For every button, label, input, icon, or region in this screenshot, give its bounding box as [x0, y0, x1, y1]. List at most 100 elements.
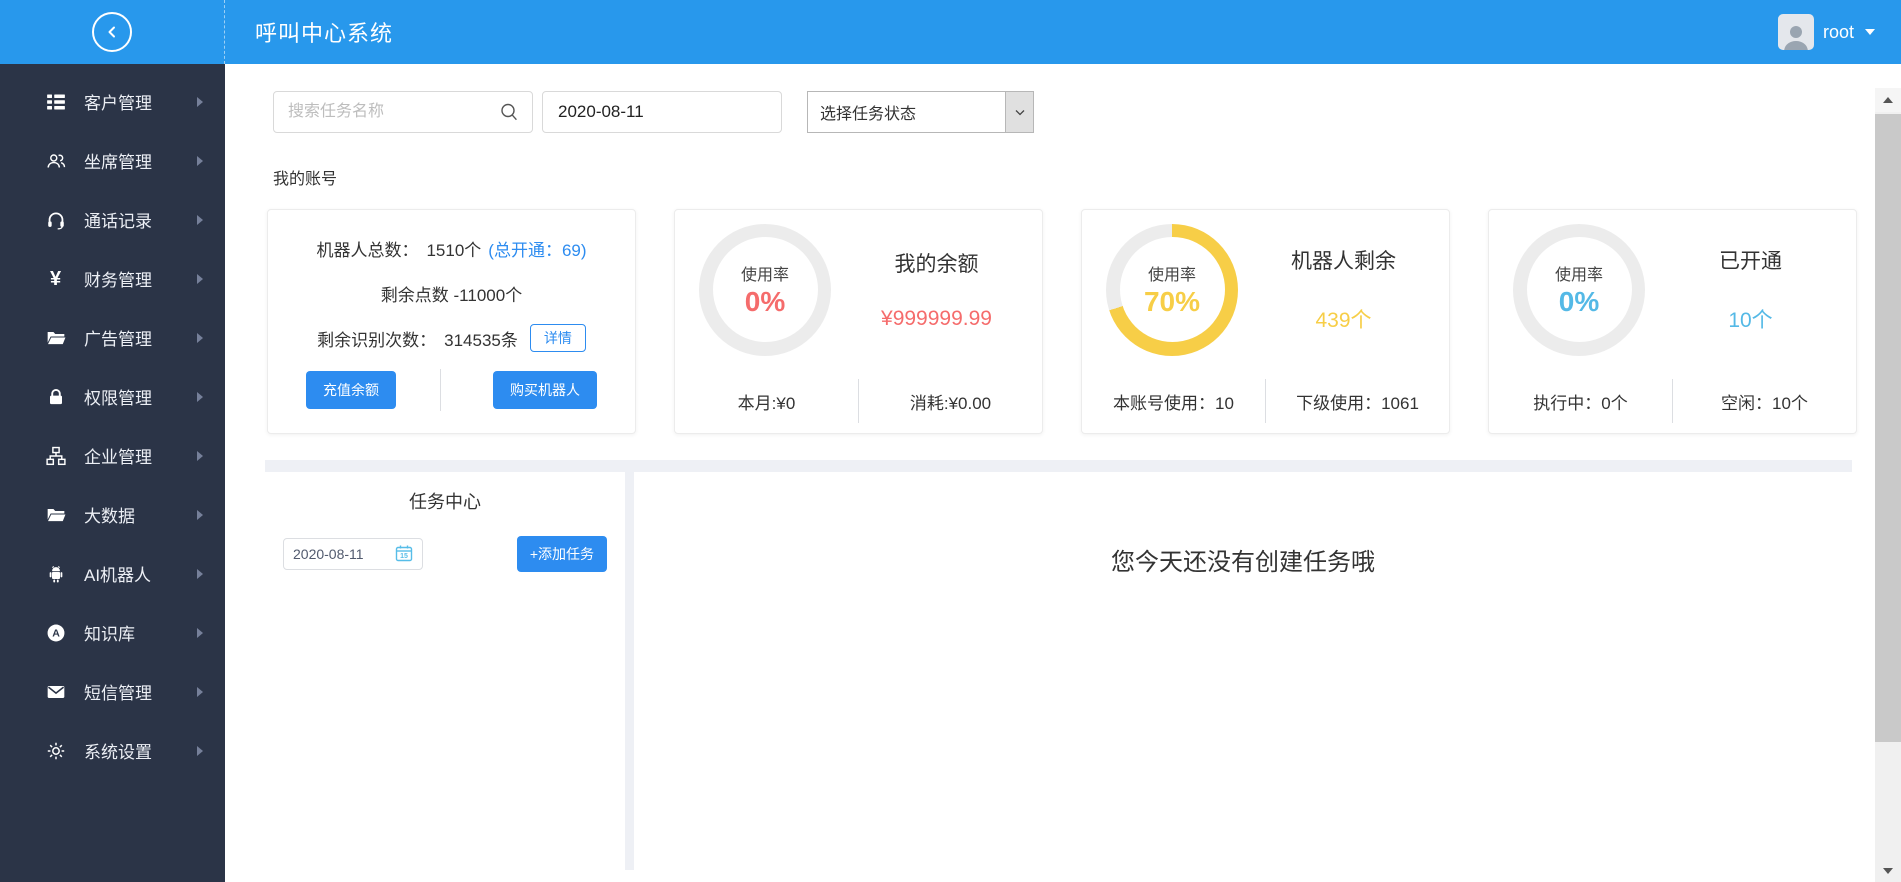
chevron-right-icon	[197, 332, 203, 343]
task-date-input[interactable]: 2020-08-11 15	[283, 538, 423, 570]
chevron-right-icon	[197, 745, 203, 756]
robots-opened-link[interactable]: (总开通：69)	[488, 236, 586, 261]
task-status-select[interactable]: 选择任务状态	[807, 91, 1034, 133]
select-dropdown-button[interactable]	[1005, 92, 1033, 132]
robot-summary-card: 机器人总数： 1510个 (总开通：69) 剩余点数 -11000个 剩余识别次…	[267, 209, 636, 434]
foot-right-stat: 下级使用：1061	[1296, 393, 1419, 413]
robots-total-label: 机器人总数：	[316, 240, 419, 260]
sidebar-item-agents[interactable]: 坐席管理	[0, 131, 225, 190]
sidebar-item-ai-robot[interactable]: AI机器人	[0, 544, 225, 603]
sidebar-item-sms[interactable]: 短信管理	[0, 662, 225, 721]
task-list-panel: 您今天还没有创建任务哦	[634, 472, 1852, 870]
chevron-right-icon	[197, 391, 203, 402]
chevron-right-icon	[197, 627, 203, 638]
account-section-title: 我的账号	[273, 171, 338, 188]
sitemap-icon	[44, 444, 67, 467]
robots-remaining-card: 使用率 70% 机器人剩余 439个 本账号使用：10 下级使用：1061	[1081, 209, 1450, 434]
magnifier-icon[interactable]	[498, 101, 520, 123]
sidebar-item-knowledge[interactable]: A 知识库	[0, 603, 225, 662]
page-title: 呼叫中心系统	[255, 21, 394, 46]
sidebar-item-bigdata[interactable]: 大数据	[0, 485, 225, 544]
add-task-button[interactable]: +添加任务	[516, 536, 607, 572]
calendar-icon: 15	[395, 544, 413, 565]
card-value: 10个	[1728, 309, 1773, 332]
menu-grid-icon	[44, 90, 67, 113]
account-cards-row: 机器人总数： 1510个 (总开通：69) 剩余点数 -11000个 剩余识别次…	[267, 209, 1875, 434]
yen-icon: ¥	[49, 267, 62, 290]
scroll-up-button[interactable]	[1875, 88, 1901, 112]
scrollbar-thumb[interactable]	[1875, 114, 1901, 742]
vertical-divider	[440, 369, 441, 411]
chevron-right-icon	[197, 568, 203, 579]
foot-left-stat: 本月:¥0	[737, 393, 796, 413]
task-center-section: 任务中心 2020-08-11 15 +添加任务 您今天还没有创建任务哦	[265, 460, 1852, 870]
knowledge-circle-a-icon: A	[44, 621, 67, 644]
sidebar-item-finance[interactable]: ¥ 财务管理	[0, 249, 225, 308]
recharge-balance-button[interactable]: 充值余额	[306, 371, 396, 409]
main-content: 2020-08-11 选择任务状态 我的账号 机器人总数： 1510个 (总开通…	[225, 64, 1875, 882]
usage-gauge: 使用率 0%	[1513, 223, 1645, 356]
chevron-right-icon	[197, 155, 203, 166]
scrollbar	[1875, 64, 1901, 882]
card-title: 已开通	[1719, 250, 1782, 273]
foot-right-stat: 消耗:¥0.00	[909, 393, 992, 413]
svg-text:15: 15	[400, 553, 408, 560]
foot-left-stat: 执行中：0个	[1533, 393, 1628, 413]
scroll-down-button[interactable]	[1875, 860, 1901, 882]
svg-text:A: A	[52, 627, 60, 639]
usage-gauge: 使用率 0%	[699, 223, 831, 356]
buy-robot-button[interactable]: 购买机器人	[493, 371, 597, 409]
robots-total-value: 1510个	[426, 240, 482, 260]
sidebar-item-enterprise[interactable]: 企业管理	[0, 426, 225, 485]
task-search-field	[273, 91, 533, 133]
recognition-value: 314535条	[444, 330, 518, 350]
recognition-label: 剩余识别次数：	[317, 330, 437, 350]
chevron-right-icon	[197, 273, 203, 284]
card-value: ¥999999.99	[881, 307, 992, 330]
remaining-points-text: 剩余点数 -11000个	[380, 285, 523, 305]
gear-icon	[44, 739, 67, 762]
sidebar-item-permissions[interactable]: 权限管理	[0, 367, 225, 426]
avatar	[1777, 14, 1814, 50]
chevron-right-icon	[197, 96, 203, 107]
search-input[interactable]	[286, 102, 498, 122]
headset-icon	[44, 208, 67, 231]
chevron-right-icon	[197, 450, 203, 461]
filter-date-input[interactable]: 2020-08-11	[542, 91, 782, 133]
sidebar-item-ads[interactable]: 广告管理	[0, 308, 225, 367]
app-header: 呼叫中心系统 root	[0, 0, 1901, 64]
caret-down-icon	[1865, 29, 1875, 35]
mail-icon	[44, 680, 67, 703]
triangle-down-icon	[1883, 868, 1893, 874]
opened-robots-card: 使用率 0% 已开通 10个 执行中：0个 空闲：10个	[1488, 209, 1857, 434]
task-center-panel: 任务中心 2020-08-11 15 +添加任务	[265, 472, 625, 870]
sidebar-item-settings[interactable]: 系统设置	[0, 721, 225, 780]
empty-task-message: 您今天还没有创建任务哦	[1111, 549, 1375, 576]
sidebar-nav: 客户管理 坐席管理 通话记录 ¥ 财务管理 广告管理 权限管理 企业管理 大数据…	[0, 64, 225, 882]
users-icon	[44, 149, 67, 172]
folder-icon	[44, 503, 67, 526]
foot-left-stat: 本账号使用：10	[1113, 393, 1234, 413]
usage-gauge: 使用率 70%	[1106, 223, 1238, 356]
username: root	[1822, 21, 1854, 42]
triangle-up-icon	[1883, 97, 1893, 103]
user-menu[interactable]: root	[1777, 14, 1875, 50]
detail-button[interactable]: 详情	[529, 324, 586, 352]
folder-icon	[44, 326, 67, 349]
sidebar-item-call-records[interactable]: 通话记录	[0, 190, 225, 249]
robot-icon	[44, 562, 67, 585]
foot-right-stat: 空闲：10个	[1721, 393, 1808, 413]
sidebar-item-customers[interactable]: 客户管理	[0, 72, 225, 131]
card-title: 机器人剩余	[1291, 250, 1396, 273]
filter-bar: 2020-08-11 选择任务状态	[273, 91, 1875, 133]
chevron-right-icon	[197, 509, 203, 520]
card-value: 439个	[1315, 309, 1372, 332]
task-center-title: 任务中心	[409, 492, 481, 512]
chevron-left-icon	[108, 26, 115, 38]
lock-icon	[44, 385, 67, 408]
header-logo-area	[0, 0, 225, 64]
card-title: 我的余额	[894, 253, 979, 276]
collapse-back-button[interactable]	[92, 12, 132, 52]
balance-card: 使用率 0% 我的余额 ¥999999.99 本月:¥0 消耗:¥0.00	[674, 209, 1043, 434]
chevron-right-icon	[197, 686, 203, 697]
